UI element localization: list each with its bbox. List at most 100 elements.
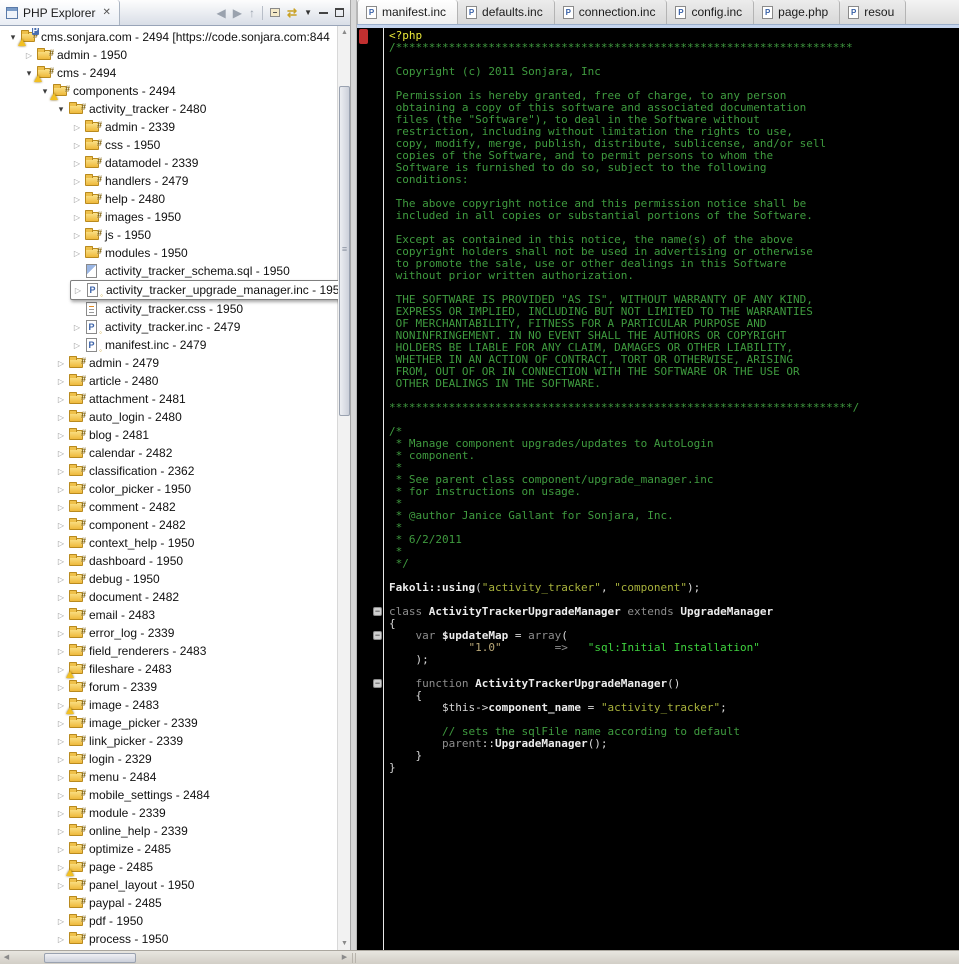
tree-item-activity_tracker.css[interactable]: activity_tracker.css - 1950 xyxy=(70,300,338,318)
closed-expander-icon[interactable]: ▷ xyxy=(54,881,68,890)
back-arrow-icon[interactable]: ◀ xyxy=(217,7,226,19)
tree-item-color_picker[interactable]: ▷#color_picker - 1950 xyxy=(54,480,338,498)
tree-item-help[interactable]: ▷#help - 2480 xyxy=(70,190,338,208)
tree-item-fileshare[interactable]: ▷#fileshare - 2483 xyxy=(54,660,338,678)
tree-item-activity_tracker[interactable]: ▾#activity_tracker - 2480 xyxy=(54,100,338,118)
closed-expander-icon[interactable]: ▷ xyxy=(54,377,68,386)
tree-item-online_help[interactable]: ▷#online_help - 2339 xyxy=(54,822,338,840)
tree-item-components[interactable]: ▾#components - 2494 xyxy=(38,82,338,100)
closed-expander-icon[interactable]: ▷ xyxy=(54,485,68,494)
closed-expander-icon[interactable]: ▷ xyxy=(54,575,68,584)
closed-expander-icon[interactable]: ▷ xyxy=(54,431,68,440)
tree-item-image[interactable]: ▷#image - 2483 xyxy=(54,696,338,714)
closed-expander-icon[interactable]: ▷ xyxy=(54,791,68,800)
closed-expander-icon[interactable]: ▷ xyxy=(70,323,84,332)
tree-item-pdf[interactable]: ▷#pdf - 1950 xyxy=(54,912,338,930)
tree-item-modules[interactable]: ▷#modules - 1950 xyxy=(70,244,338,262)
tree-item-attachment[interactable]: ▷#attachment - 2481 xyxy=(54,390,338,408)
tree-item-paypal[interactable]: #paypal - 2485 xyxy=(54,894,338,912)
code-editor[interactable]: <?php/**********************************… xyxy=(384,28,959,950)
closed-expander-icon[interactable]: ▷ xyxy=(70,231,84,240)
tree-item-js[interactable]: ▷#js - 1950 xyxy=(70,226,338,244)
tree-item-handlers[interactable]: ▷#handlers - 2479 xyxy=(70,172,338,190)
sash-grip[interactable] xyxy=(352,953,358,963)
tree-item-blog[interactable]: ▷#blog - 2481 xyxy=(54,426,338,444)
tree-item-activity_tracker.inc[interactable]: ▷P◦activity_tracker.inc - 2479 xyxy=(70,318,338,336)
closed-expander-icon[interactable]: ▷ xyxy=(54,503,68,512)
closed-expander-icon[interactable]: ▷ xyxy=(70,249,84,258)
closed-expander-icon[interactable]: ▷ xyxy=(54,737,68,746)
tree-item-error_log[interactable]: ▷#error_log - 2339 xyxy=(54,624,338,642)
closed-expander-icon[interactable]: ▷ xyxy=(70,341,84,350)
closed-expander-icon[interactable]: ▷ xyxy=(54,359,68,368)
closed-expander-icon[interactable]: ▷ xyxy=(54,809,68,818)
view-menu-icon[interactable]: ▼ xyxy=(304,9,312,17)
editor-tab-page.php[interactable]: page.php xyxy=(754,0,840,24)
tree-vscroll-thumb[interactable] xyxy=(339,86,350,416)
tree-hscroll-thumb[interactable] xyxy=(44,953,136,963)
closed-expander-icon[interactable]: ▷ xyxy=(54,773,68,782)
maximize-icon[interactable] xyxy=(335,8,344,17)
closed-expander-icon[interactable]: ▷ xyxy=(54,719,68,728)
up-arrow-icon[interactable]: ↑ xyxy=(249,7,255,19)
tree-item-component[interactable]: ▷#component - 2482 xyxy=(54,516,338,534)
tree-item-image_picker[interactable]: ▷#image_picker - 2339 xyxy=(54,714,338,732)
fold-collapse-icon[interactable]: − xyxy=(373,631,382,640)
tree-item-context_help[interactable]: ▷#context_help - 1950 xyxy=(54,534,338,552)
tree-item-auto_login[interactable]: ▷#auto_login - 2480 xyxy=(54,408,338,426)
closed-expander-icon[interactable]: ▷ xyxy=(70,177,84,186)
scroll-left-arrow-icon[interactable]: ◀ xyxy=(0,952,13,964)
scroll-right-arrow-icon[interactable]: ▶ xyxy=(338,952,351,964)
closed-expander-icon[interactable]: ▷ xyxy=(54,611,68,620)
folding-ruler[interactable]: −−− xyxy=(371,28,384,950)
closed-expander-icon[interactable]: ▷ xyxy=(54,845,68,854)
scroll-up-arrow-icon[interactable]: ▲ xyxy=(338,26,350,39)
closed-expander-icon[interactable]: ▷ xyxy=(70,159,84,168)
closed-expander-icon[interactable]: ▷ xyxy=(54,629,68,638)
tree-item-document[interactable]: ▷#document - 2482 xyxy=(54,588,338,606)
tree-item-panel_layout[interactable]: ▷#panel_layout - 1950 xyxy=(54,876,338,894)
tree-item-mobile_settings[interactable]: ▷#mobile_settings - 2484 xyxy=(54,786,338,804)
tree-item-email[interactable]: ▷#email - 2483 xyxy=(54,606,338,624)
editor-tab-manifest.inc[interactable]: manifest.inc xyxy=(357,0,458,24)
closed-expander-icon[interactable]: ▷ xyxy=(22,51,36,60)
tree-item-cms[interactable]: ▾#cms - 2494 xyxy=(22,64,338,82)
closed-expander-icon[interactable]: ▷ xyxy=(54,467,68,476)
tree-item-page[interactable]: ▷#page - 2485 xyxy=(54,858,338,876)
tree-item-forum[interactable]: ▷#forum - 2339 xyxy=(54,678,338,696)
tree-item-comment[interactable]: ▷#comment - 2482 xyxy=(54,498,338,516)
closed-expander-icon[interactable]: ▷ xyxy=(54,521,68,530)
fold-collapse-icon[interactable]: − xyxy=(373,607,382,616)
close-view-icon[interactable]: ✕ xyxy=(102,7,110,18)
closed-expander-icon[interactable]: ▷ xyxy=(54,539,68,548)
closed-expander-icon[interactable]: ▷ xyxy=(54,917,68,926)
editor-tab-resou[interactable]: resou xyxy=(840,0,906,24)
forward-arrow-icon[interactable]: ▶ xyxy=(233,7,242,19)
closed-expander-icon[interactable]: ▷ xyxy=(54,593,68,602)
tree-item-activity_tracker_upgrade_manager.inc[interactable]: ▷P◦activity_tracker_upgrade_manager.inc … xyxy=(70,280,338,300)
tree-item-module[interactable]: ▷#module - 2339 xyxy=(54,804,338,822)
link-with-editor-icon[interactable]: ⇄ xyxy=(287,7,297,19)
editor-tab-connection.inc[interactable]: connection.inc xyxy=(555,0,668,24)
tree-item-field_renderers[interactable]: ▷#field_renderers - 2483 xyxy=(54,642,338,660)
closed-expander-icon[interactable]: ▷ xyxy=(70,195,84,204)
minimize-icon[interactable] xyxy=(319,11,328,14)
tree-vertical-scrollbar[interactable]: ▲ ▼ xyxy=(337,26,350,950)
tree-item-debug[interactable]: ▷#debug - 1950 xyxy=(54,570,338,588)
tree-item-admin[interactable]: ▷#admin - 2479 xyxy=(54,354,338,372)
tree-item-calendar[interactable]: ▷#calendar - 2482 xyxy=(54,444,338,462)
closed-expander-icon[interactable]: ▷ xyxy=(70,213,84,222)
tree-item-images[interactable]: ▷#images - 1950 xyxy=(70,208,338,226)
tree-item-admin[interactable]: ▷#admin - 2339 xyxy=(70,118,338,136)
tree-item-dashboard[interactable]: ▷#dashboard - 1950 xyxy=(54,552,338,570)
annotation-ruler[interactable] xyxy=(357,28,371,950)
tree-item-classification[interactable]: ▷#classification - 2362 xyxy=(54,462,338,480)
tree-item-process[interactable]: ▷#process - 1950 xyxy=(54,930,338,948)
closed-expander-icon[interactable]: ▷ xyxy=(54,413,68,422)
closed-expander-icon[interactable]: ▷ xyxy=(54,557,68,566)
closed-expander-icon[interactable]: ▷ xyxy=(54,755,68,764)
tree-item-manifest.inc[interactable]: ▷P◦manifest.inc - 2479 xyxy=(70,336,338,354)
closed-expander-icon[interactable]: ▷ xyxy=(71,286,85,295)
closed-expander-icon[interactable]: ▷ xyxy=(70,141,84,150)
tree-item-login[interactable]: ▷#login - 2329 xyxy=(54,750,338,768)
